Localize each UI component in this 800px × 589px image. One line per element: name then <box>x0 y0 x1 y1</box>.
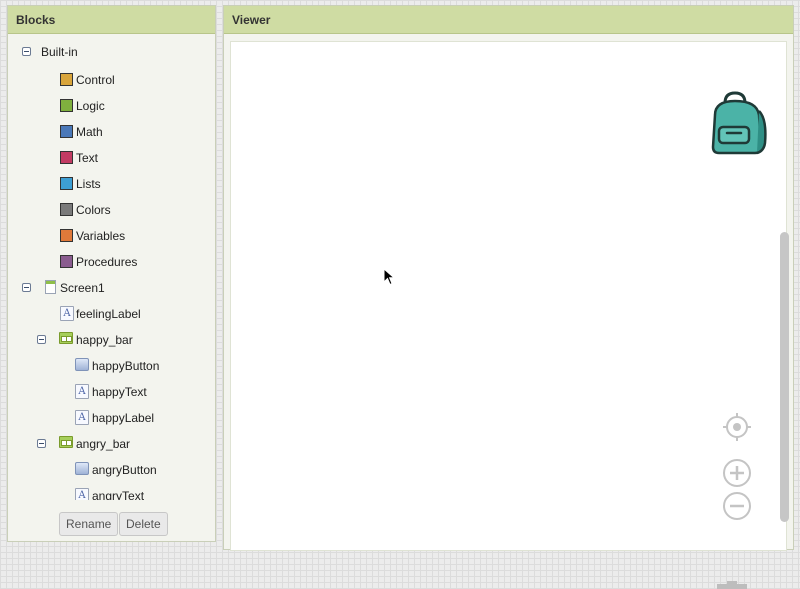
textbox-component-icon: A <box>75 488 89 500</box>
collapse-toggle-icon[interactable] <box>22 283 31 292</box>
vertical-scrollbar[interactable] <box>780 232 790 532</box>
logic-color-swatch <box>60 99 73 112</box>
blocks-workspace[interactable] <box>230 41 790 589</box>
button-component-icon <box>75 462 89 475</box>
blocks-panel: Blocks Built-in Control Logic Math Text … <box>7 5 216 542</box>
builtin-item-label: Procedures <box>76 255 138 269</box>
builtin-item-label: Colors <box>76 203 111 217</box>
collapse-toggle-icon[interactable] <box>37 335 46 344</box>
component-name: angryButton <box>92 463 157 477</box>
horizontal-arrangement-icon <box>59 332 73 344</box>
component-name: happyText <box>92 385 147 399</box>
zoom-out-icon[interactable] <box>722 491 752 521</box>
builtin-item-label: Math <box>76 125 103 139</box>
blocks-tree: Built-in Control Logic Math Text Lists C… <box>8 35 215 500</box>
math-color-swatch <box>60 125 73 138</box>
screen-icon <box>45 280 56 294</box>
tree-node-label: Built-in <box>41 45 78 59</box>
blocks-panel-title: Blocks <box>8 6 215 34</box>
textbox-component-icon: A <box>75 384 89 399</box>
horizontal-arrangement-icon <box>59 436 73 448</box>
backpack-icon[interactable] <box>703 89 771 157</box>
component-name: happyButton <box>92 359 160 373</box>
tree-node-label: happy_bar <box>76 333 133 347</box>
button-component-icon <box>75 358 89 371</box>
colors-color-swatch <box>60 203 73 216</box>
mouse-cursor-icon <box>383 268 395 286</box>
label-component-icon: A <box>60 306 74 321</box>
zoom-in-icon[interactable] <box>722 458 752 488</box>
tree-node-label: Screen1 <box>60 281 105 295</box>
procedures-color-swatch <box>60 255 73 268</box>
component-name: angryText <box>92 489 145 500</box>
rename-button[interactable]: Rename <box>59 512 119 536</box>
builtin-item-label: Control <box>76 73 115 87</box>
builtin-item-label: Logic <box>76 99 105 113</box>
component-name: feelingLabel <box>76 307 141 321</box>
lists-color-swatch <box>60 177 73 190</box>
control-color-swatch <box>60 73 73 86</box>
builtin-item-label: Text <box>76 151 99 165</box>
label-component-icon: A <box>75 410 89 425</box>
text-color-swatch <box>60 151 73 164</box>
collapse-toggle-icon[interactable] <box>37 439 46 448</box>
viewer-panel: Viewer <box>223 5 794 589</box>
scrollbar-thumb[interactable] <box>780 232 789 522</box>
recenter-icon[interactable] <box>722 412 752 442</box>
builtin-item-label: Variables <box>76 229 126 243</box>
builtin-item-label: Lists <box>76 177 101 191</box>
delete-button[interactable]: Delete <box>119 512 168 536</box>
viewer-panel-title: Viewer <box>224 6 793 34</box>
tree-node-label: angry_bar <box>76 437 131 451</box>
collapse-toggle-icon[interactable] <box>22 47 31 56</box>
variables-color-swatch <box>60 229 73 242</box>
component-name: happyLabel <box>92 411 155 425</box>
trash-icon[interactable] <box>716 579 748 589</box>
